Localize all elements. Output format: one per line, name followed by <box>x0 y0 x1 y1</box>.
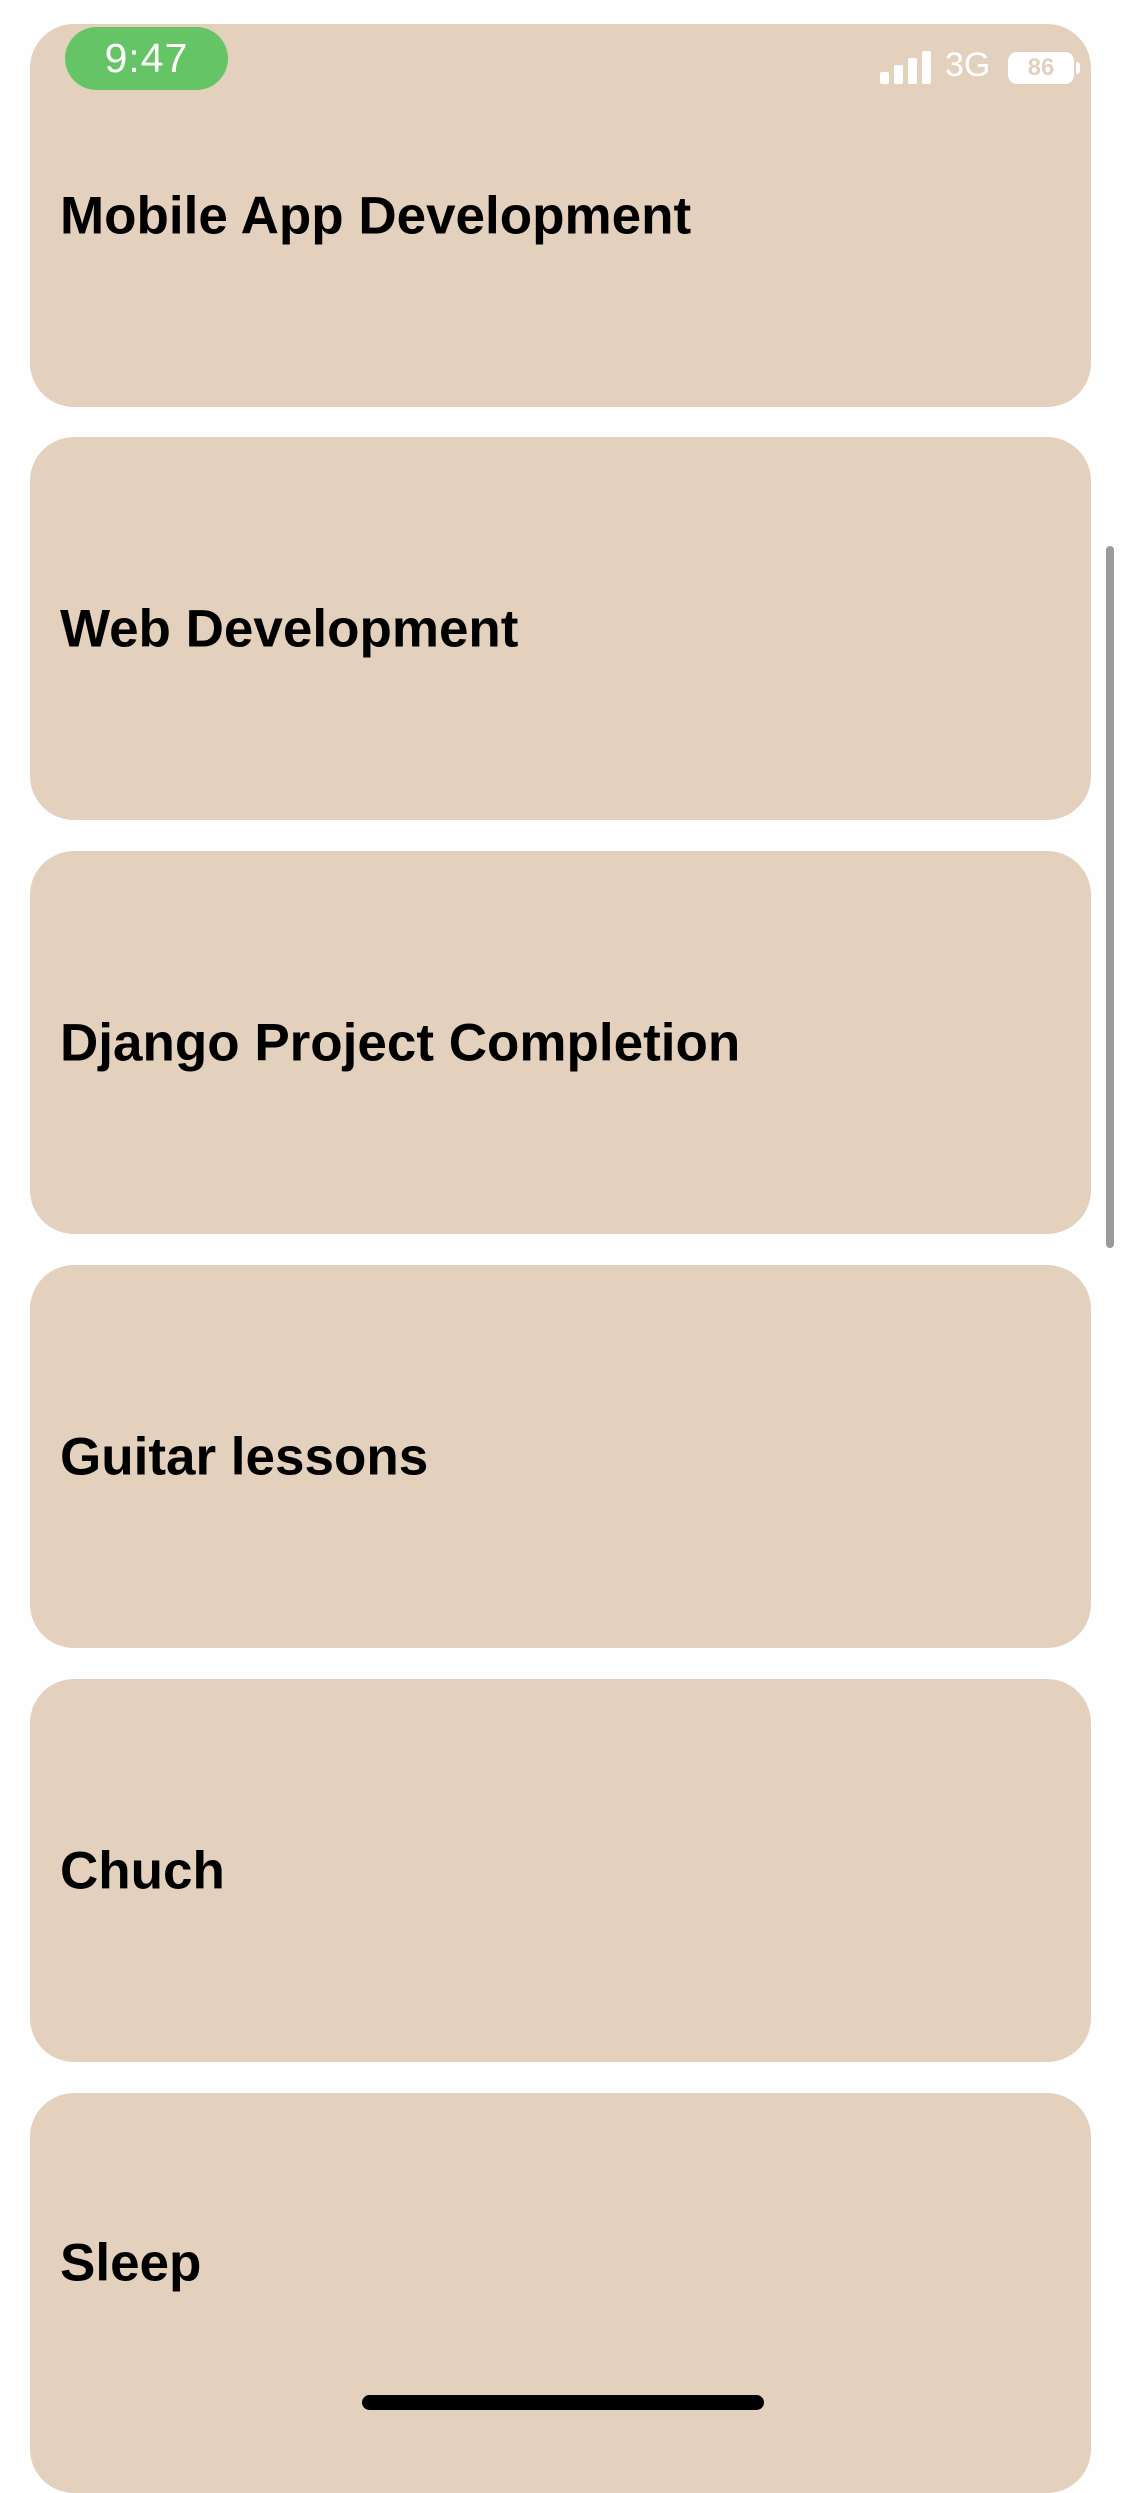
battery-icon: 86 <box>1008 52 1074 84</box>
network-type: 3G <box>945 46 991 84</box>
home-indicator[interactable] <box>362 2395 764 2410</box>
list-item[interactable]: Web Development <box>30 437 1091 820</box>
card-title: Mobile App Development <box>60 186 692 245</box>
card-title: Sleep <box>60 2233 202 2293</box>
card-title: Django Project Completion <box>60 1013 741 1072</box>
battery-level: 86 <box>1027 54 1055 81</box>
scrollbar[interactable] <box>1106 546 1114 1248</box>
status-bar-time-pill[interactable]: 9:47 <box>65 27 228 90</box>
battery-cap <box>1076 62 1080 74</box>
list-item[interactable]: Chuch <box>30 1679 1091 2062</box>
list-item[interactable]: Django Project Completion <box>30 851 1091 1234</box>
signal-bars-icon <box>880 51 931 84</box>
list-item[interactable]: Guitar lessons <box>30 1265 1091 1648</box>
list-item[interactable]: Sleep <box>30 2093 1091 2493</box>
card-title: Guitar lessons <box>60 1427 429 1486</box>
status-bar-time: 9:47 <box>104 35 189 81</box>
card-title: Web Development <box>60 599 519 658</box>
card-title: Chuch <box>60 1841 225 1900</box>
